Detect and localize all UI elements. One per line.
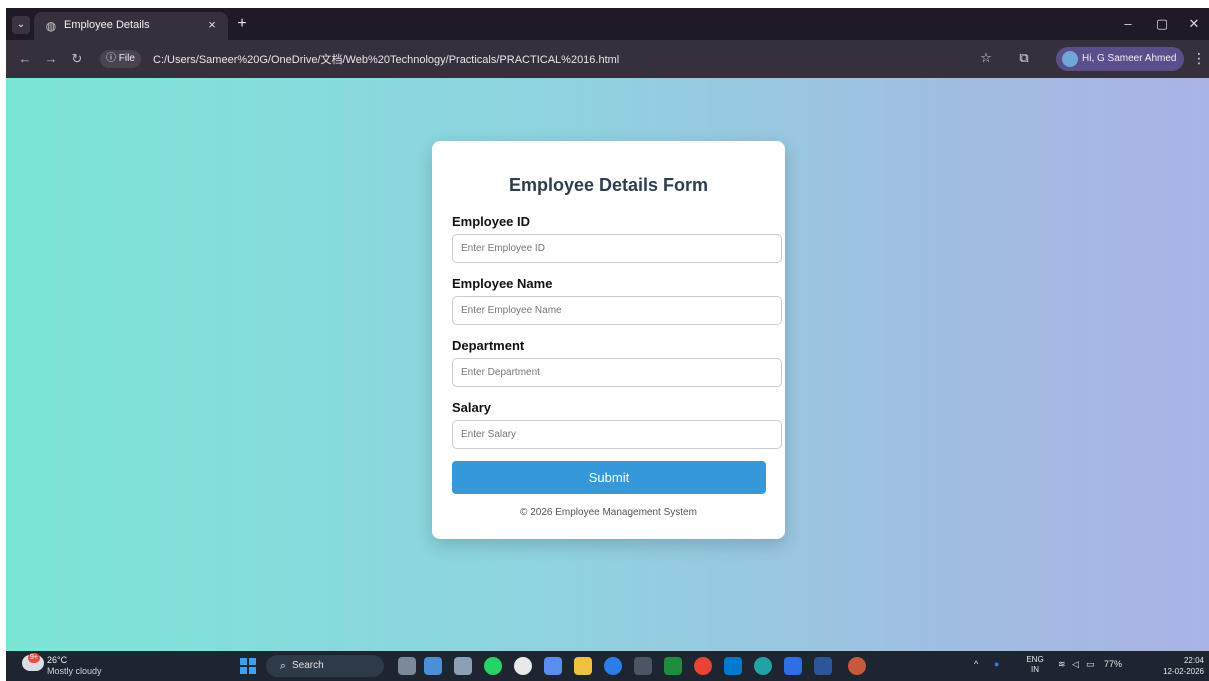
time: 22:04	[1183, 656, 1204, 665]
word-icon[interactable]	[814, 657, 832, 675]
temperature[interactable]: 26°C	[47, 655, 67, 665]
chatgpt-icon[interactable]	[514, 657, 532, 675]
tab-employee-details[interactable]: ◍ Employee Details ×	[34, 12, 228, 40]
forward-icon[interactable]: →	[42, 50, 60, 68]
task-view-icon[interactable]	[424, 657, 442, 675]
vscode-icon[interactable]	[724, 657, 742, 675]
whatsapp-icon[interactable]	[484, 657, 502, 675]
edge-icon[interactable]	[754, 657, 772, 675]
department-input[interactable]	[452, 358, 782, 387]
close-window-icon[interactable]: ✕	[1184, 15, 1204, 33]
employee-name-input[interactable]	[452, 296, 782, 325]
taskbar-search[interactable]: ⌕ Search	[266, 655, 384, 677]
salary-label: Salary	[452, 400, 492, 415]
copilot-icon[interactable]	[544, 657, 562, 675]
restore-icon[interactable]: ▢	[1152, 15, 1172, 33]
site-info-chip[interactable]: ⓘ File	[100, 50, 141, 68]
media-icon[interactable]	[664, 657, 682, 675]
windows-logo-pane	[240, 667, 247, 674]
employee-id-label: Employee ID	[452, 214, 531, 229]
date: 12-02-2026	[1163, 667, 1204, 676]
weather-badge: 9+	[28, 653, 40, 663]
bluetooth-tray-icon[interactable]: ●	[994, 659, 999, 669]
submit-button[interactable]: Submit	[452, 461, 766, 494]
page-viewport: Employee Details Form Employee ID Employ…	[6, 78, 1209, 651]
close-tab-icon[interactable]: ×	[204, 17, 220, 33]
start-button[interactable]	[240, 658, 256, 674]
extensions-icon[interactable]: ⧉	[1016, 50, 1032, 66]
clock[interactable]: 22:04 12-02-2026	[1156, 655, 1204, 677]
language-indicator[interactable]: ENG IN	[1025, 655, 1045, 675]
search-icon: ⌕	[279, 660, 287, 672]
employee-form-card: Employee Details Form Employee ID Employ…	[432, 141, 785, 539]
widgets-icon[interactable]	[398, 657, 416, 675]
department-label: Department	[452, 338, 525, 353]
chrome-profile-icon[interactable]	[848, 657, 866, 675]
menu-kebab-icon[interactable]: ⋮	[1192, 50, 1206, 66]
chrome-icon[interactable]	[694, 657, 712, 675]
battery-percent: 77%	[1104, 659, 1123, 669]
reload-icon[interactable]: ↻	[68, 50, 86, 68]
form-footer: © 2026 Employee Management System	[520, 507, 697, 518]
weather-description[interactable]: Mostly cloudy	[47, 666, 102, 676]
address-bar[interactable]: ⓘ File C:/Users/Sameer%20G/OneDrive/文档/W…	[96, 46, 1006, 72]
wifi-icon[interactable]: ≋	[1058, 659, 1066, 670]
profile-label: Hi, G Sameer Ahmed	[1082, 53, 1177, 64]
minimize-icon[interactable]: –	[1118, 15, 1138, 33]
form-title: Employee Details Form	[508, 175, 709, 195]
folder-icon[interactable]	[574, 657, 592, 675]
new-tab-button[interactable]: +	[232, 14, 252, 34]
tab-strip: ⌄ ◍ Employee Details × + – ▢ ✕	[6, 8, 1209, 40]
tab-search-icon[interactable]: ⌄	[12, 16, 30, 34]
windows-logo-pane	[240, 658, 247, 665]
battery-icon[interactable]: ▭	[1086, 659, 1095, 670]
url-text[interactable]: C:/Users/Sameer%20G/OneDrive/文档/Web%20Te…	[153, 51, 619, 67]
terminal-icon[interactable]	[634, 657, 652, 675]
bluetooth-icon[interactable]	[604, 657, 622, 675]
explorer-icon[interactable]	[454, 657, 472, 675]
arc-icon[interactable]	[784, 657, 802, 675]
employee-id-input[interactable]	[452, 234, 782, 263]
profile-button[interactable]: Hi, G Sameer Ahmed	[1056, 47, 1184, 71]
salary-input[interactable]	[452, 420, 782, 449]
globe-icon: ◍	[45, 19, 57, 33]
chevron-up-icon[interactable]: ^	[974, 659, 978, 669]
search-label: Search	[292, 660, 324, 671]
region-code: IN	[1031, 665, 1039, 674]
speaker-icon[interactable]: ◁	[1072, 659, 1079, 670]
taskbar: 9+ 26°C Mostly cloudy ⌕ Search ^ ● ENG I…	[6, 651, 1209, 681]
windows-logo-pane	[249, 658, 256, 665]
windows-logo-pane	[249, 667, 256, 674]
employee-name-label: Employee Name	[452, 276, 553, 291]
back-icon[interactable]: ←	[16, 50, 34, 68]
tab-title: Employee Details	[64, 19, 150, 31]
language-code: ENG	[1026, 655, 1044, 664]
bookmark-star-icon[interactable]: ☆	[978, 50, 994, 66]
browser-toolbar: ← → ↻ ⓘ File C:/Users/Sameer%20G/OneDriv…	[6, 40, 1209, 78]
avatar	[1062, 51, 1078, 67]
screen: ⌄ ◍ Employee Details × + – ▢ ✕ ← → ↻ ⓘ F…	[6, 8, 1209, 681]
